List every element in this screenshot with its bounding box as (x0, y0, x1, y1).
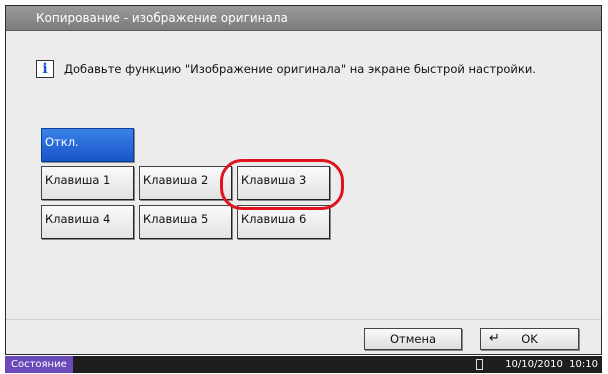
key-3-button[interactable]: Клавиша 3 (237, 166, 330, 200)
key-4-button[interactable]: Клавиша 4 (41, 205, 134, 239)
key-2-button[interactable]: Клавиша 2 (139, 166, 232, 200)
info-message: i Добавьте функцию "Изображение оригинал… (36, 59, 536, 79)
info-icon: i (36, 60, 54, 78)
info-text: Добавьте функцию "Изображение оригинала"… (64, 62, 536, 76)
ok-button[interactable]: ↵ OK (480, 328, 579, 350)
key-5-button[interactable]: Клавиша 5 (139, 205, 232, 239)
ok-label: OK (521, 332, 538, 346)
off-key[interactable]: Откл. (41, 128, 134, 162)
dialog-title: Копирование - изображение оригинала (6, 6, 601, 31)
status-right: 10/10/2010 10:10 (476, 356, 598, 373)
status-datetime: 10/10/2010 10:10 (505, 359, 598, 370)
key-6-button[interactable]: Клавиша 6 (237, 205, 330, 239)
footer-divider (6, 319, 601, 320)
key-1-button[interactable]: Клавиша 1 (41, 166, 134, 200)
status-bar: Состояние 10/10/2010 10:10 (5, 356, 602, 373)
status-button[interactable]: Состояние (5, 356, 73, 373)
enter-icon: ↵ (489, 331, 500, 346)
cancel-button[interactable]: Отмена (364, 328, 462, 350)
copy-dialog: Копирование - изображение оригинала i До… (5, 5, 602, 355)
document-icon (476, 359, 484, 370)
